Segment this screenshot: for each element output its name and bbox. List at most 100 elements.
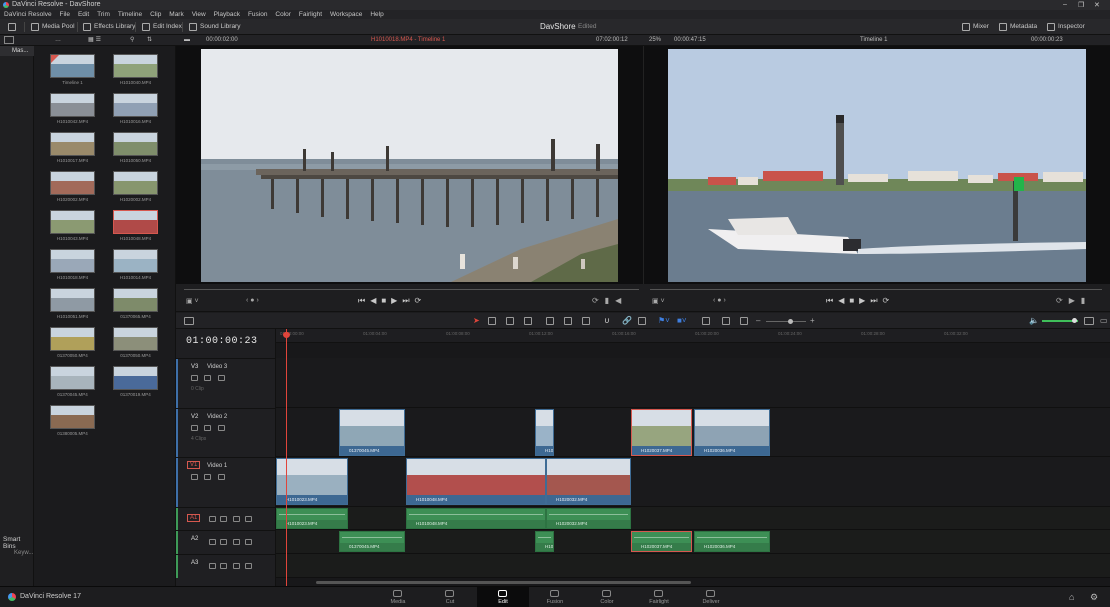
timeline-timecode[interactable]: 01:00:00:23 — [186, 336, 258, 347]
settings-gear-icon[interactable]: ⚙ — [1090, 592, 1098, 603]
timeline-scrubber[interactable] — [650, 289, 1102, 290]
menu-fairlight[interactable]: Fairlight — [299, 10, 322, 19]
effects-library-button[interactable]: Effects Library — [83, 22, 135, 32]
video-clip[interactable]: H1020037.MP4 — [631, 409, 692, 456]
media-pool-clip[interactable]: H1010014.MP4 — [113, 249, 158, 280]
source-viewer-options-icon[interactable]: ▬ — [184, 36, 190, 45]
mixer-button[interactable]: Mixer — [962, 22, 989, 32]
media-pool-clip[interactable]: H1010050.MP4 — [113, 132, 158, 163]
video-clip[interactable]: H101... — [535, 409, 554, 456]
timeline-area[interactable]: 01:00:00:00 01:00:04:00 01:00:08:00 01:00:1… — [276, 329, 1110, 586]
minimize-icon[interactable]: – — [1063, 1, 1067, 8]
lane-v1[interactable] — [276, 457, 1110, 507]
monitor-icon[interactable] — [218, 375, 225, 381]
audio-clip[interactable]: H1020032.MP4 — [546, 508, 631, 529]
edit-index-button[interactable]: Edit Index — [142, 22, 182, 32]
source-viewer[interactable] — [176, 46, 643, 284]
home-icon[interactable]: ⌂ — [1069, 592, 1074, 602]
track-header-v3[interactable]: V3 Video 3 0 Clip — [176, 358, 276, 408]
flag-icon[interactable]: ⚑˅ — [658, 316, 670, 325]
media-pool-clip[interactable]: 01370045.MP4 — [50, 366, 95, 397]
timeline-next-clip-icon[interactable]: ⟳▶▮ — [1056, 296, 1091, 305]
mute-button[interactable] — [245, 539, 252, 545]
zoom-custom-icon[interactable] — [740, 317, 748, 325]
zoom-level[interactable]: 25% — [649, 36, 661, 45]
sort-icon[interactable]: ⇅ — [147, 36, 152, 45]
menu-resolve[interactable]: DaVinci Resolve — [4, 10, 52, 19]
video-clip[interactable]: H1010048.MP4 — [406, 458, 546, 505]
inspector-button[interactable]: Inspector — [1047, 22, 1085, 32]
lock-icon[interactable] — [191, 474, 198, 480]
video-clip[interactable]: 01370045.MP4 — [339, 409, 405, 456]
zoom-detail-icon[interactable] — [722, 317, 730, 325]
master-bin-item[interactable]: Mas... — [0, 46, 34, 56]
menu-fusion[interactable]: Fusion — [248, 10, 268, 19]
track-id[interactable]: V1 — [187, 461, 201, 469]
page-tab-cut[interactable]: Cut — [424, 587, 476, 607]
media-pool-clip[interactable]: H1010048.MP4 — [113, 210, 158, 241]
auto-select-icon[interactable] — [204, 425, 211, 431]
menu-edit[interactable]: Edit — [78, 10, 89, 19]
source-clip-title[interactable]: H1010018.MP4 - Timeline 1 — [371, 36, 445, 45]
media-pool-clip[interactable]: H1010051.MP4 — [50, 288, 95, 319]
media-pool-button[interactable]: Media Pool — [31, 22, 75, 32]
position-lock-icon[interactable] — [638, 317, 646, 325]
media-pool-clip[interactable]: H1020002.MP4 — [113, 171, 158, 202]
overwrite-clip-icon[interactable] — [564, 317, 572, 325]
source-match-frame-icon[interactable]: ⟳▮◀ — [592, 296, 627, 305]
timeline-transport-controls[interactable]: ⏮◀■▶⏭⟳ — [826, 296, 894, 306]
page-tab-media[interactable]: Media — [372, 587, 424, 607]
track-id[interactable]: A1 — [187, 514, 201, 522]
maximize-icon[interactable]: ❐ — [1078, 1, 1084, 9]
panel-layout-icon[interactable] — [4, 36, 14, 44]
insert-clip-icon[interactable] — [546, 317, 554, 325]
solo-button[interactable] — [233, 516, 240, 522]
media-pool-clip[interactable]: H1010018.MP4 — [50, 249, 95, 280]
media-pool-clip[interactable]: 01380005.MP4 — [50, 405, 95, 436]
close-icon[interactable]: ✕ — [1094, 1, 1100, 9]
audio-clip[interactable]: H1010048.MP4 — [406, 508, 546, 529]
audio-clip[interactable]: H1020037.MP4 — [631, 531, 692, 552]
mute-button[interactable] — [245, 563, 252, 569]
menu-view[interactable]: View — [192, 10, 206, 19]
menu-mark[interactable]: Mark — [169, 10, 183, 19]
timeline-view-options-icon[interactable] — [184, 317, 194, 325]
media-pool-clip[interactable]: H1010016.MP4 — [113, 93, 158, 124]
track-name[interactable]: Video 2 — [207, 414, 227, 420]
page-tab-deliver[interactable]: Deliver — [685, 587, 737, 607]
track-header-a1[interactable]: A1 — [176, 507, 276, 530]
timeline-scrollbar[interactable] — [316, 581, 691, 584]
marker-icon[interactable]: ■˅ — [677, 316, 687, 325]
trim-tool-icon[interactable] — [488, 317, 496, 325]
menu-timeline[interactable]: Timeline — [118, 10, 142, 19]
timeline-ruler[interactable]: 01:00:00:00 01:00:04:00 01:00:08:00 01:00:1… — [276, 329, 1110, 343]
auto-select-icon[interactable] — [204, 474, 211, 480]
track-name[interactable]: Video 3 — [207, 364, 227, 370]
media-pool-clip[interactable]: H1010040.MP4 — [113, 54, 158, 85]
lock-icon[interactable] — [191, 375, 198, 381]
dynamic-trim-icon[interactable] — [506, 317, 514, 325]
timeline-viewer[interactable] — [643, 46, 1110, 284]
track-header-a3[interactable]: A3 — [176, 554, 276, 578]
timeline-view-options-icon[interactable]: ▣ ˅ — [652, 297, 665, 305]
keywords-bin[interactable]: Keyw... — [14, 550, 33, 556]
timeline-jog-icon[interactable]: ‹ ● › — [713, 297, 726, 304]
menu-file[interactable]: File — [60, 10, 70, 19]
zoom-out-icon[interactable]: – — [756, 316, 760, 325]
media-pool-clip[interactable]: 01370019.MP4 — [113, 366, 158, 397]
media-pool-clip[interactable]: 01370050.MP4 — [113, 327, 158, 358]
audio-clip[interactable]: H101... — [535, 531, 554, 552]
monitor-icon[interactable] — [218, 474, 225, 480]
source-scrubber[interactable] — [184, 289, 639, 290]
lane-a3[interactable] — [276, 554, 1110, 578]
search-icon[interactable]: ⚲ — [130, 36, 134, 45]
track-name[interactable]: Video 1 — [207, 463, 227, 469]
mute-button[interactable] — [245, 516, 252, 522]
auto-select-icon[interactable] — [220, 539, 227, 545]
menu-trim[interactable]: Trim — [97, 10, 110, 19]
zoom-slider[interactable] — [766, 321, 806, 322]
media-pool-clip[interactable]: H1010042.MP4 — [50, 93, 95, 124]
page-tab-fairlight[interactable]: Fairlight — [633, 587, 685, 607]
zoom-full-icon[interactable] — [702, 317, 710, 325]
track-header-v1[interactable]: V1 Video 1 — [176, 457, 276, 507]
